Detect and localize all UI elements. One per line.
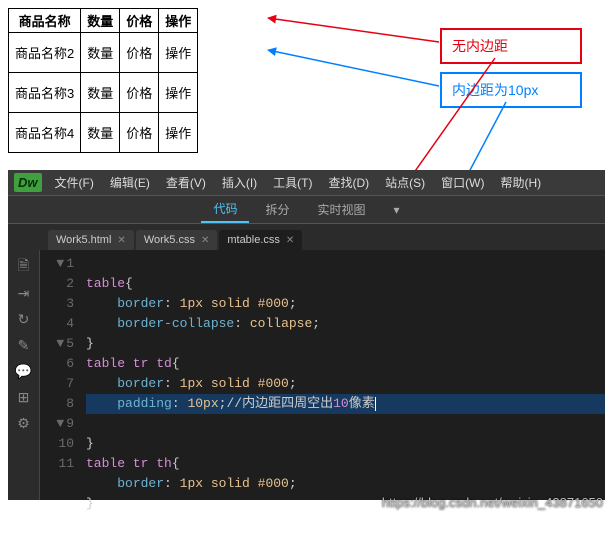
th-name: 商品名称 — [9, 9, 81, 33]
close-icon[interactable]: ✕ — [201, 235, 209, 246]
file-tab[interactable]: Work5.html✕ — [48, 230, 134, 250]
view-bar: 代码 拆分 实时视图 ▾ — [8, 196, 605, 224]
text-cursor — [375, 397, 376, 411]
view-split[interactable]: 拆分 — [253, 197, 301, 222]
file-icon[interactable]: 🗎 — [15, 258, 33, 276]
table-header-row: 商品名称 数量 价格 操作 — [9, 9, 198, 33]
table-row: 商品名称2 数量 价格 操作 — [9, 33, 198, 73]
th-qty: 数量 — [81, 9, 120, 33]
menu-find[interactable]: 查找(D) — [321, 171, 376, 194]
wand-icon[interactable]: ✎ — [15, 336, 33, 354]
annotation-no-padding: 无内边距 — [440, 28, 582, 64]
close-icon[interactable]: ✕ — [117, 235, 125, 246]
file-tabs: Work5.html✕ Work5.css✕ mtable.css✕ — [8, 224, 605, 250]
menu-view[interactable]: 查看(V) — [159, 171, 213, 194]
table-row: 商品名称4 数量 价格 操作 — [9, 113, 198, 153]
format-icon[interactable]: ⊞ — [15, 388, 33, 406]
close-icon[interactable]: ✕ — [286, 235, 294, 246]
view-dropdown-icon[interactable]: ▾ — [382, 199, 412, 221]
menu-site[interactable]: 站点(S) — [378, 171, 432, 194]
dw-logo: Dw — [14, 173, 42, 192]
file-tab[interactable]: Work5.css✕ — [136, 230, 218, 250]
menu-edit[interactable]: 编辑(E) — [103, 171, 157, 194]
menu-bar: Dw 文件(F) 编辑(E) 查看(V) 插入(I) 工具(T) 查找(D) 站… — [8, 170, 605, 196]
dreamweaver-editor: Dw 文件(F) 编辑(E) 查看(V) 插入(I) 工具(T) 查找(D) 站… — [8, 170, 605, 500]
demo-table: 商品名称 数量 价格 操作 商品名称2 数量 价格 操作 商品名称3 数量 价格… — [8, 8, 198, 153]
view-live[interactable]: 实时视图 — [305, 197, 377, 222]
menu-file[interactable]: 文件(F) — [48, 171, 101, 194]
th-price: 价格 — [120, 9, 159, 33]
comment-icon[interactable]: 💬 — [15, 362, 33, 380]
collapse-icon[interactable]: ⇥ — [15, 284, 33, 302]
line-gutter: ▼1 234 ▼5 678 ▼9 1011 — [40, 250, 80, 500]
tool-column: 🗎 ⇥ ↻ ✎ 💬 ⊞ ⚙ — [8, 250, 40, 500]
file-tab-active[interactable]: mtable.css✕ — [219, 230, 302, 250]
menu-insert[interactable]: 插入(I) — [215, 171, 264, 194]
th-action: 操作 — [159, 9, 198, 33]
watermark: https://blog.csdn.net/weixin_43871650 — [382, 495, 603, 510]
annotation-padding-10: 内边距为10px — [440, 72, 582, 108]
table-row: 商品名称3 数量 价格 操作 — [9, 73, 198, 113]
code-area[interactable]: table{ border: 1px solid #000; border-co… — [80, 250, 605, 500]
view-code[interactable]: 代码 — [201, 196, 249, 223]
menu-window[interactable]: 窗口(W) — [434, 171, 491, 194]
settings-icon[interactable]: ⚙ — [15, 414, 33, 432]
refresh-icon[interactable]: ↻ — [15, 310, 33, 328]
menu-help[interactable]: 帮助(H) — [493, 171, 548, 194]
menu-tools[interactable]: 工具(T) — [266, 171, 319, 194]
